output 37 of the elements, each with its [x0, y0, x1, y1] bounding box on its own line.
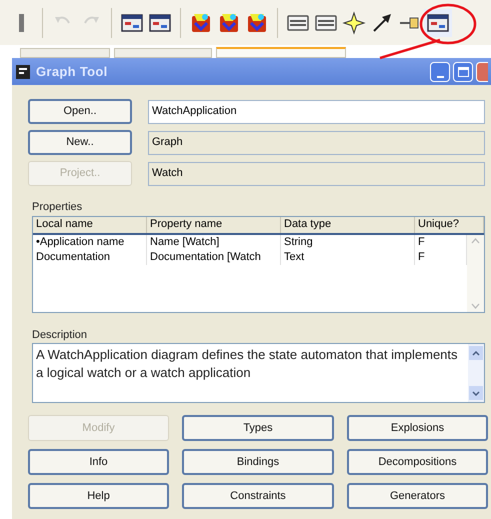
- button[interactable]: Bindings: [182, 449, 334, 475]
- scrollbar[interactable]: [468, 344, 484, 402]
- table-cell: String: [281, 234, 415, 250]
- window-title: Graph Tool: [36, 62, 108, 81]
- button[interactable]: Open..: [28, 99, 132, 124]
- table-cell: Text: [281, 250, 415, 264]
- app-icon: [15, 64, 31, 80]
- annotation-circle: [418, 2, 478, 46]
- annotation-line: [378, 38, 442, 60]
- table-cell: Name [Watch]: [147, 234, 281, 250]
- column-header[interactable]: Data type: [281, 216, 415, 232]
- column-header[interactable]: Unique?: [415, 216, 484, 232]
- properties-label: Properties: [32, 200, 84, 215]
- input-field[interactable]: Graph: [148, 130, 485, 154]
- table-cell: Documentation [Watch: [147, 250, 281, 264]
- button[interactable]: New..: [28, 130, 132, 155]
- button[interactable]: Types: [182, 415, 334, 441]
- table-cell: Documentation: [33, 250, 147, 264]
- input-field[interactable]: WatchApplication: [148, 100, 485, 124]
- scroll-down-icon[interactable]: [472, 390, 480, 396]
- scroll-up-icon[interactable]: [472, 350, 480, 356]
- table-cell: •Application name: [33, 234, 147, 250]
- button[interactable]: Info: [28, 449, 169, 475]
- description-label: Description: [32, 328, 88, 342]
- button[interactable]: Help: [28, 483, 169, 509]
- button[interactable]: Decompositions: [347, 449, 488, 475]
- description-box[interactable]: A WatchApplication diagram defines the state automaton that implements a logical watch or a watch application: [32, 343, 485, 403]
- column-header[interactable]: Property name: [147, 216, 281, 232]
- description-text: A WatchApplication diagram defines the state automaton that implements a logical watch or a watch application: [35, 346, 459, 382]
- button[interactable]: Constraints: [182, 483, 334, 509]
- maximize-button[interactable]: [453, 62, 473, 82]
- minimize-button[interactable]: [430, 62, 450, 82]
- star-icon[interactable]: [342, 10, 366, 34]
- close-button[interactable]: [476, 62, 488, 82]
- column-header[interactable]: Local name: [33, 216, 147, 232]
- button[interactable]: Generators: [347, 483, 488, 509]
- button[interactable]: Explosions: [347, 415, 488, 441]
